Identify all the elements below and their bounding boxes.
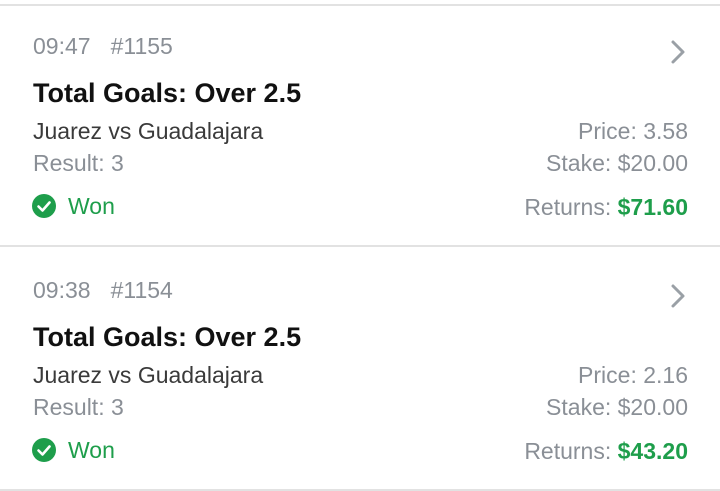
bet-returns-value: $71.60 — [617, 194, 688, 220]
bet-returns-label: Returns: — [524, 438, 618, 464]
divider — [0, 245, 720, 247]
bet-stake: Stake: $20.00 — [546, 394, 688, 420]
bet-result: Result: 3 — [33, 150, 124, 176]
bet-status-label: Won — [68, 436, 115, 463]
bet-returns: Returns: $43.20 — [524, 438, 688, 465]
bet-price: Price: 3.58 — [578, 118, 688, 144]
bet-returns-label: Returns: — [524, 194, 618, 220]
bet-market: Total Goals: Over 2.5 — [33, 322, 302, 352]
bet-status: Won — [31, 192, 115, 220]
bet-result: Result: 3 — [33, 394, 124, 420]
check-circle-icon — [32, 194, 56, 218]
bet-status-label: Won — [68, 192, 115, 219]
bet-stake: Stake: $20.00 — [546, 150, 688, 176]
bet-market: Total Goals: Over 2.5 — [33, 78, 302, 108]
bet-meta: 09:47 #1155 — [33, 33, 173, 60]
bet-meta: 09:38 #1154 — [33, 277, 173, 304]
bet-id: #1155 — [110, 33, 173, 59]
bet-history-list: 09:47 #1155 Total Goals: Over 2.5 Juarez … — [0, 0, 720, 491]
bet-event: Juarez vs Guadalajara — [33, 362, 264, 388]
bet-returns: Returns: $71.60 — [524, 194, 688, 221]
bet-event: Juarez vs Guadalajara — [33, 118, 264, 144]
bet-time: 09:47 — [33, 33, 91, 59]
bet-returns-value: $43.20 — [617, 438, 688, 464]
bet-status: Won — [31, 436, 115, 464]
chevron-right-icon[interactable] — [668, 38, 690, 66]
check-circle-icon — [32, 438, 56, 462]
bet-card[interactable]: 09:38 #1154 Total Goals: Over 2.5 Juarez … — [0, 250, 720, 491]
bet-card[interactable]: 09:47 #1155 Total Goals: Over 2.5 Juarez … — [0, 6, 720, 248]
bet-price: Price: 2.16 — [578, 362, 688, 388]
bet-time: 09:38 — [33, 277, 91, 303]
bet-id: #1154 — [110, 277, 173, 303]
chevron-right-icon[interactable] — [668, 282, 690, 310]
